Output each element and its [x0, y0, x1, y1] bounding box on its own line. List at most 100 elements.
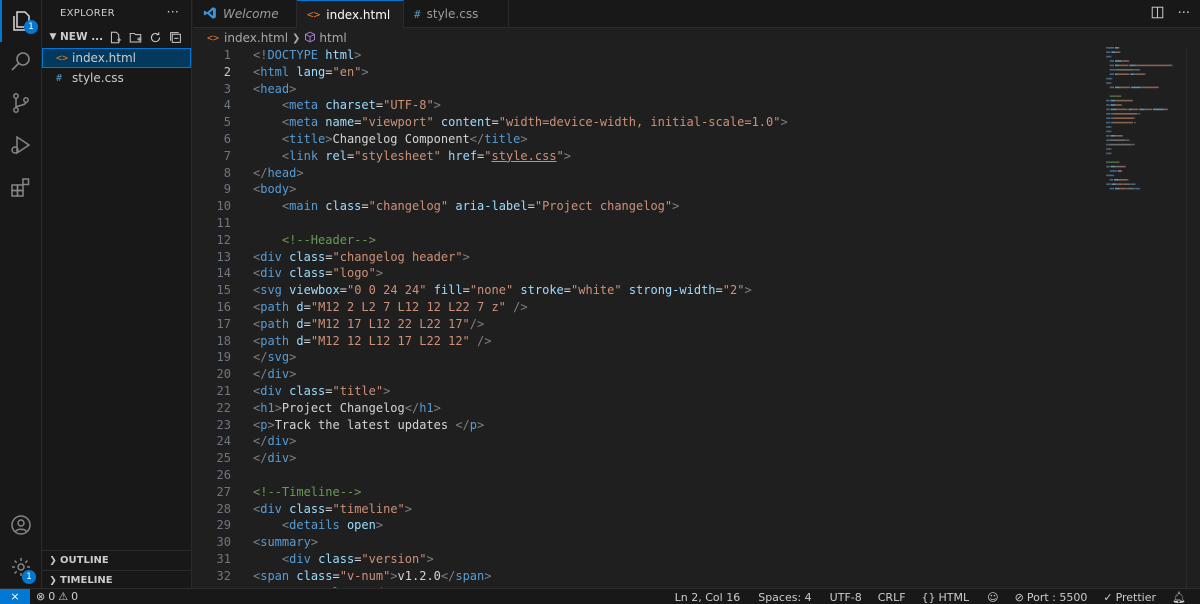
remote-icon[interactable]: ⨯ — [0, 588, 30, 604]
timeline-section[interactable]: ❯ TIMELINE — [42, 570, 192, 590]
code-line[interactable]: </svg> — [253, 349, 788, 366]
source-control-icon[interactable] — [0, 82, 42, 124]
indentation[interactable]: Spaces: 4 — [752, 591, 817, 604]
minimap-line — [1123, 183, 1124, 185]
minimap-line — [1106, 121, 1111, 124]
vertical-scrollbar[interactable] — [1186, 47, 1200, 588]
code-line[interactable]: </div> — [253, 366, 788, 383]
minimap-line — [1129, 183, 1132, 185]
code-line[interactable]: </div> — [253, 450, 788, 467]
more-actions-icon[interactable]: ··· — [167, 5, 179, 19]
extensions-icon[interactable] — [0, 166, 42, 208]
code-line[interactable]: <meta name="viewport" content="width=dev… — [253, 114, 788, 131]
code-area[interactable]: <!DOCTYPE html> <html lang="en"> <head> <m… — [253, 47, 788, 588]
collapse-all-icon[interactable] — [167, 29, 183, 45]
code-token: > — [289, 434, 297, 449]
explorer-sidebar: EXPLORER ··· ▼ NEW ... <> index.html # s… — [42, 0, 192, 588]
minimap-line — [1124, 165, 1126, 168]
code-token: > — [462, 249, 470, 264]
code-token: name — [325, 115, 355, 130]
code-line[interactable]: </div> — [253, 433, 788, 450]
code-line[interactable]: <div class="changelog header"> — [253, 249, 788, 266]
code-line[interactable]: <span class="v-num">v1.2.0</span> — [253, 568, 788, 585]
code-line[interactable]: <svg viewbox="0 0 24 24" fill="none" str… — [253, 282, 788, 299]
code-line[interactable]: <body> — [253, 181, 788, 198]
html-file-icon: <> — [207, 32, 220, 44]
code-line[interactable]: <path d="M12 17 L12 22 L22 17"/> — [253, 316, 788, 333]
search-icon[interactable] — [0, 40, 42, 82]
code-line[interactable]: <div class="title"> — [253, 383, 788, 400]
new-file-icon[interactable] — [107, 29, 123, 45]
minimap-line — [1117, 170, 1122, 172]
minimap-line — [1107, 148, 1111, 150]
copilot-icon[interactable]: ☺ — [981, 591, 1004, 604]
code-line[interactable]: <!DOCTYPE html> — [253, 47, 788, 64]
cursor-position[interactable]: Ln 2, Col 16 — [669, 591, 747, 604]
code-line[interactable] — [253, 215, 788, 232]
code-token: Track the latest updates — [274, 417, 456, 432]
breadcrumb-file[interactable]: index.html — [224, 31, 288, 45]
code-line[interactable]: <title>Changelog Component</title> — [253, 131, 788, 148]
outline-section[interactable]: ❯ OUTLINE — [42, 550, 192, 570]
code-editor[interactable]: 1 2 3 4 5 6 7 8 9 10 11 12 13 14 15 16 17 18 19 20 21 22 23 24 2… — [193, 47, 1200, 588]
problems-indicator[interactable]: ⊗ 0 ⚠ 0 — [30, 590, 84, 603]
run-debug-icon[interactable] — [0, 124, 42, 166]
code-line[interactable]: <!--Timeline--> — [253, 484, 788, 501]
explorer-icon[interactable]: 1 — [0, 0, 42, 42]
code-token: summary — [260, 535, 311, 550]
code-line[interactable]: <p>Track the latest updates </p> — [253, 417, 788, 434]
language-mode[interactable]: {} HTML — [916, 591, 976, 604]
activity-bar: 1 1 — [0, 0, 42, 588]
code-line[interactable]: <div class="version"> — [253, 551, 788, 568]
minimap-line — [1115, 99, 1133, 102]
account-icon[interactable] — [0, 504, 42, 546]
code-line[interactable]: <div class="logo"> — [253, 265, 788, 282]
code-line[interactable]: <meta charset="UTF-8"> — [253, 97, 788, 114]
more-actions-icon[interactable]: ··· — [1178, 6, 1190, 23]
minimap-line — [1106, 77, 1108, 80]
code-line[interactable]: <html lang="en"> — [253, 64, 788, 81]
split-editor-icon[interactable] — [1151, 6, 1164, 23]
code-line[interactable]: <main class="changelog" aria-label="Proj… — [253, 198, 788, 215]
code-line[interactable]: <path d="M12 12 L12 17 L22 12" /> — [253, 333, 788, 350]
minimap-line — [1144, 73, 1146, 75]
breadcrumb: <> index.html ❯ html — [193, 28, 1200, 48]
code-line[interactable]: <div class="timeline"> — [253, 501, 788, 518]
code-token: head — [267, 165, 297, 180]
code-line[interactable]: <h1>Project Changelog</h1> — [253, 400, 788, 417]
minimap-line — [1113, 117, 1133, 119]
code-line[interactable]: <link rel="stylesheet" href="style.css"> — [253, 148, 788, 165]
code-line[interactable]: <head> — [253, 81, 788, 98]
line-endings[interactable]: CRLF — [872, 591, 912, 604]
code-line[interactable]: <!--Header--> — [253, 232, 788, 249]
tab-index-html[interactable]: <> index.html — [297, 0, 404, 28]
line-number: 12 — [216, 232, 231, 247]
tab-style-css[interactable]: # style.css — [404, 0, 509, 28]
tab-welcome[interactable]: Welcome — [193, 0, 297, 28]
code-line[interactable]: </head> — [253, 165, 788, 182]
file-item-style-css[interactable]: # style.css — [42, 68, 191, 88]
code-line[interactable]: <summary> — [253, 534, 788, 551]
code-token: = — [527, 199, 535, 214]
prettier-status[interactable]: ✓ Prettier — [1097, 591, 1162, 604]
breadcrumb-symbol[interactable]: html — [319, 31, 346, 45]
folder-row[interactable]: ▼ NEW ... — [42, 26, 191, 48]
code-token: fill — [433, 283, 463, 298]
code-line[interactable] — [253, 467, 788, 484]
encoding[interactable]: UTF-8 — [824, 591, 868, 604]
file-item-index-html[interactable]: <> index.html — [42, 48, 191, 68]
minimap-line — [1106, 51, 1107, 53]
live-server-port[interactable]: ⊘ Port : 5500 — [1009, 591, 1094, 604]
minimap-line — [1119, 179, 1128, 181]
new-folder-icon[interactable] — [127, 29, 143, 45]
refresh-icon[interactable] — [147, 29, 163, 45]
settings-gear-icon[interactable]: 1 — [0, 546, 42, 588]
minimap[interactable] — [1106, 47, 1186, 207]
notifications-bell-icon[interactable]: 🔔︎ — [1166, 591, 1192, 604]
code-line[interactable]: <details open> — [253, 517, 788, 534]
minimap-line — [1106, 135, 1107, 137]
code-line[interactable]: <path d="M12 2 L2 7 L12 12 L22 7 z" /> — [253, 299, 788, 316]
minimap-line — [1134, 183, 1136, 185]
